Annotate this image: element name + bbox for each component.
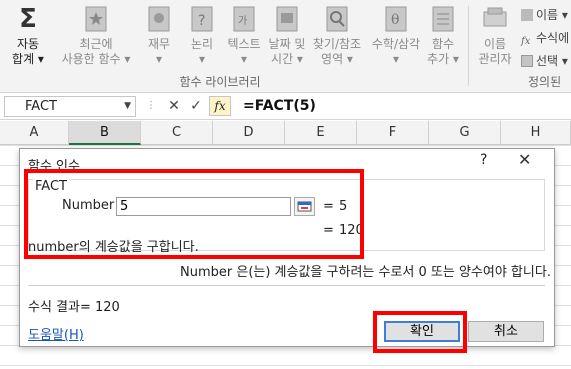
enter-formula-button[interactable]: ✓ <box>187 97 205 115</box>
formula-result: 수식 결과= 120 <box>28 300 120 315</box>
defined-names-group-label: 정의된 <box>528 75 562 89</box>
svg-text:가: 가 <box>238 15 247 27</box>
drag-handle-icon[interactable]: ⋮ <box>142 97 160 115</box>
highlight-box-arguments <box>24 169 364 259</box>
magnifier-book-icon <box>323 4 351 34</box>
highlight-box-ok <box>373 311 467 353</box>
more-book-icon <box>429 4 457 34</box>
recent-functions-button[interactable]: 최근에 사용한 함수 ▾ <box>60 4 132 67</box>
column-header-d[interactable]: D <box>213 121 285 145</box>
calendar-book-icon <box>273 4 301 34</box>
theta-book-icon: θ <box>382 4 410 34</box>
text-button[interactable]: 가 텍스트 ▾ <box>224 4 264 67</box>
help-icon[interactable]: ? <box>480 152 487 168</box>
formula-input[interactable]: =FACT(5) <box>243 96 316 116</box>
close-icon[interactable]: ✕ <box>518 150 531 169</box>
column-headers: A B C D E F G H <box>0 121 571 145</box>
ribbon-separator <box>468 6 469 86</box>
financial-book-icon <box>145 4 173 34</box>
financial-button[interactable]: 재무 ▾ <box>142 4 176 67</box>
formula-bar: FACT ▼ ⋮ ✕ ✓ fx =FACT(5) <box>0 93 571 120</box>
grid-icon <box>521 55 533 67</box>
insert-function-button[interactable]: fx <box>209 96 231 116</box>
logical-button[interactable]: ? 논리 ▾ <box>185 4 219 67</box>
cancel-formula-button[interactable]: ✕ <box>165 97 183 115</box>
sigma-icon: Σ <box>19 4 37 34</box>
cancel-button[interactable]: 취소 <box>468 321 544 342</box>
text-book-icon: 가 <box>230 4 258 34</box>
question-book-icon: ? <box>188 4 216 34</box>
column-header-c[interactable]: C <box>141 121 213 145</box>
svg-text:θ: θ <box>391 12 399 28</box>
tag-icon <box>521 9 533 21</box>
column-header-h[interactable]: H <box>501 121 571 145</box>
star-book-icon <box>82 4 110 34</box>
math-trig-button[interactable]: θ 수학/삼각 ▾ <box>368 4 424 67</box>
more-functions-button[interactable]: 함수 추가 ▾ <box>425 4 461 67</box>
define-name-button[interactable]: 이름 ▾ <box>521 6 568 23</box>
column-header-b[interactable]: B <box>69 121 141 145</box>
name-manager-icon <box>481 4 509 34</box>
fx-small-icon: fx <box>521 36 531 47</box>
column-header-a[interactable]: A <box>0 121 69 145</box>
ribbon: Σ 자동 합계 ▾ 최근에 사용한 함수 ▾ 재무 ▾ ? 논리 ▾ 가 텍스트… <box>0 0 571 93</box>
chevron-down-icon[interactable]: ▼ <box>124 97 131 116</box>
column-header-g[interactable]: G <box>429 121 501 145</box>
lookup-reference-button[interactable]: 찾기/참조 영역 ▾ <box>309 4 365 67</box>
function-library-group-label: 함수 라이브러리 <box>179 75 261 89</box>
name-box[interactable]: FACT ▼ <box>4 96 136 117</box>
svg-text:?: ? <box>198 13 205 29</box>
date-time-button[interactable]: 날짜 및 시간 ▾ <box>265 4 309 67</box>
help-link[interactable]: 도움말(H) <box>28 324 84 343</box>
create-from-selection-button[interactable]: 선택 ▾ <box>521 52 568 69</box>
dialog-divider <box>28 285 545 286</box>
argument-description: Number 은(는) 계승값을 구하려는 수로서 0 또는 양수여야 합니다. <box>180 265 551 280</box>
name-manager-button[interactable]: 이름 관리자 <box>474 4 516 67</box>
column-header-f[interactable]: F <box>357 121 429 145</box>
autosum-button[interactable]: Σ 자동 합계 ▾ <box>6 4 50 67</box>
use-in-formula-button[interactable]: fx 수식에 <box>521 29 569 48</box>
column-header-e[interactable]: E <box>285 121 357 145</box>
